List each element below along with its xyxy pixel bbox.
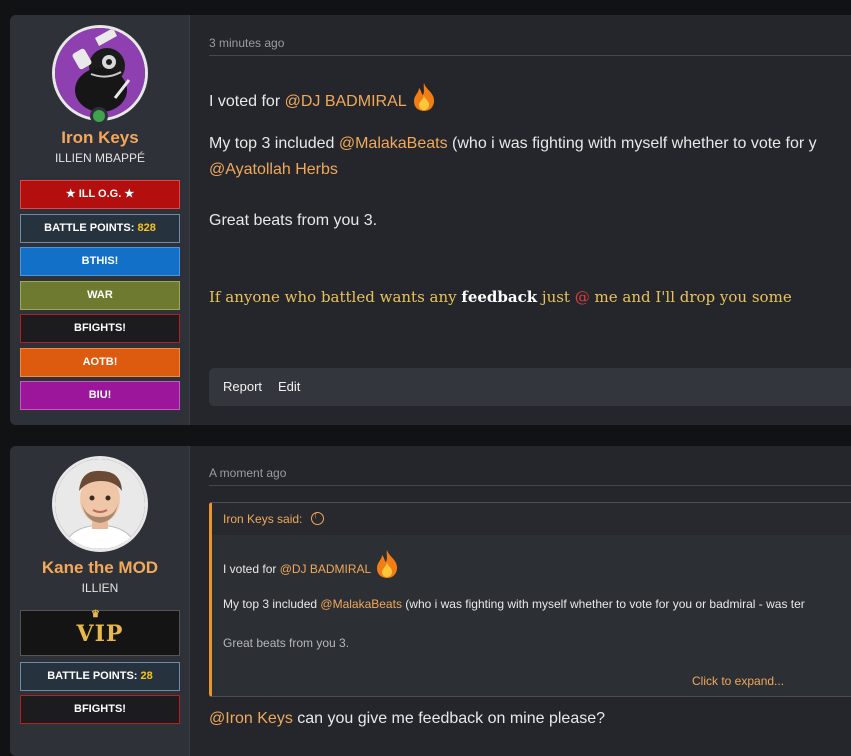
banner-aotb: AOTB!	[20, 348, 180, 377]
quote-author[interactable]: Iron Keys said:	[223, 512, 302, 526]
text: I voted for	[223, 562, 280, 576]
divider	[209, 485, 851, 486]
user-column: Iron Keys ILLIEN MBAPPÉ ★ ILL O.G. ★ BAT…	[10, 15, 190, 425]
mention-link[interactable]: @DJ BADMIRAL	[285, 93, 406, 110]
banner-biu: BIU!	[20, 381, 180, 410]
mention-link[interactable]: @Ayatollah Herbs	[209, 161, 338, 178]
points-value: 828	[137, 222, 156, 234]
post-actions: Report Edit	[209, 368, 851, 406]
bold-text: feedback	[461, 288, 538, 306]
expand-link[interactable]: Click to expand...	[692, 674, 784, 688]
message-line-2: My top 3 included @MalakaBeats (who i wa…	[209, 135, 817, 153]
quote-line-3: Great beats from you 3.	[223, 636, 350, 650]
quote-header: Iron Keys said:	[212, 503, 851, 535]
text: I voted for	[209, 93, 285, 110]
banner-ill-og: ★ ILL O.G. ★	[20, 180, 180, 209]
banner-battle-points: BATTLE POINTS: 28	[20, 662, 180, 691]
text: (who i was fighting with myself whether …	[447, 135, 817, 152]
mention-link[interactable]: @MalakaBeats	[339, 135, 448, 152]
username[interactable]: Kane the MOD	[10, 558, 190, 578]
user-title: ILLIEN MBAPPÉ	[54, 151, 146, 165]
fire-icon	[374, 549, 400, 582]
message-line-1: I voted for @DJ BADMIRAL	[209, 82, 437, 117]
text: My top 3 included	[209, 135, 339, 152]
username[interactable]: Iron Keys	[10, 128, 190, 148]
post-2: Kane the MOD ILLIEN ♛ VIP BATTLE POINTS:…	[10, 446, 851, 756]
post-time[interactable]: A moment ago	[209, 466, 286, 480]
star-icon: ★	[65, 188, 76, 200]
mention-link[interactable]: @MalakaBeats	[320, 597, 402, 611]
text: me and I'll drop you some	[589, 288, 792, 306]
message-line-4: Great beats from you 3.	[209, 212, 378, 229]
message-line-3: @Ayatollah Herbs	[209, 161, 338, 179]
banner-vip: ♛ VIP	[20, 609, 180, 656]
message-line-5: If anyone who battled wants any feedback…	[209, 288, 792, 306]
quote-line-1: I voted for @DJ BADMIRAL	[223, 549, 400, 582]
mention-link[interactable]: @DJ BADMIRAL	[280, 562, 371, 576]
user-column: Kane the MOD ILLIEN ♛ VIP BATTLE POINTS:…	[10, 446, 190, 756]
points-label: BATTLE POINTS:	[44, 222, 135, 234]
online-indicator	[90, 107, 108, 125]
avatar[interactable]	[52, 456, 148, 552]
text: can you give me feedback on mine please?	[292, 710, 606, 727]
edit-button[interactable]: Edit	[278, 379, 300, 394]
banner-battle-points: BATTLE POINTS: 828	[20, 214, 180, 243]
text: My top 3 included	[223, 597, 321, 611]
report-button[interactable]: Report	[223, 379, 262, 394]
arrow-up-circle-icon[interactable]	[310, 510, 324, 525]
reply-line: @Iron Keys can you give me feedback on m…	[209, 710, 605, 728]
points-label: BATTLE POINTS:	[47, 670, 138, 682]
banner-bthis: BTHIS!	[20, 247, 180, 276]
star-icon: ★	[124, 188, 135, 200]
crown-icon: ♛	[91, 609, 100, 620]
banner-bfights: BFIGHTS!	[20, 695, 180, 724]
mention-link[interactable]: @Iron Keys	[209, 710, 293, 727]
text: (who i was fighting with myself whether …	[401, 597, 805, 611]
vip-label: VIP	[76, 621, 124, 647]
banner-bfights: BFIGHTS!	[20, 314, 180, 343]
divider	[209, 55, 851, 56]
banner-war: WAR	[20, 281, 180, 310]
post-time[interactable]: 3 minutes ago	[209, 36, 284, 50]
at-symbol: @	[574, 288, 590, 306]
quote-line-2: My top 3 included @MalakaBeats (who i wa…	[223, 597, 805, 611]
text: just	[537, 288, 575, 306]
fire-icon	[411, 82, 437, 117]
user-title: ILLIEN	[81, 581, 119, 595]
banner-og-label: ILL O.G.	[78, 188, 122, 200]
post-1: Iron Keys ILLIEN MBAPPÉ ★ ILL O.G. ★ BAT…	[10, 15, 851, 425]
quote-block: Iron Keys said: I voted for @DJ BADMIRAL…	[209, 502, 851, 697]
points-value: 28	[140, 670, 153, 682]
text: If anyone who battled wants any	[209, 288, 462, 306]
